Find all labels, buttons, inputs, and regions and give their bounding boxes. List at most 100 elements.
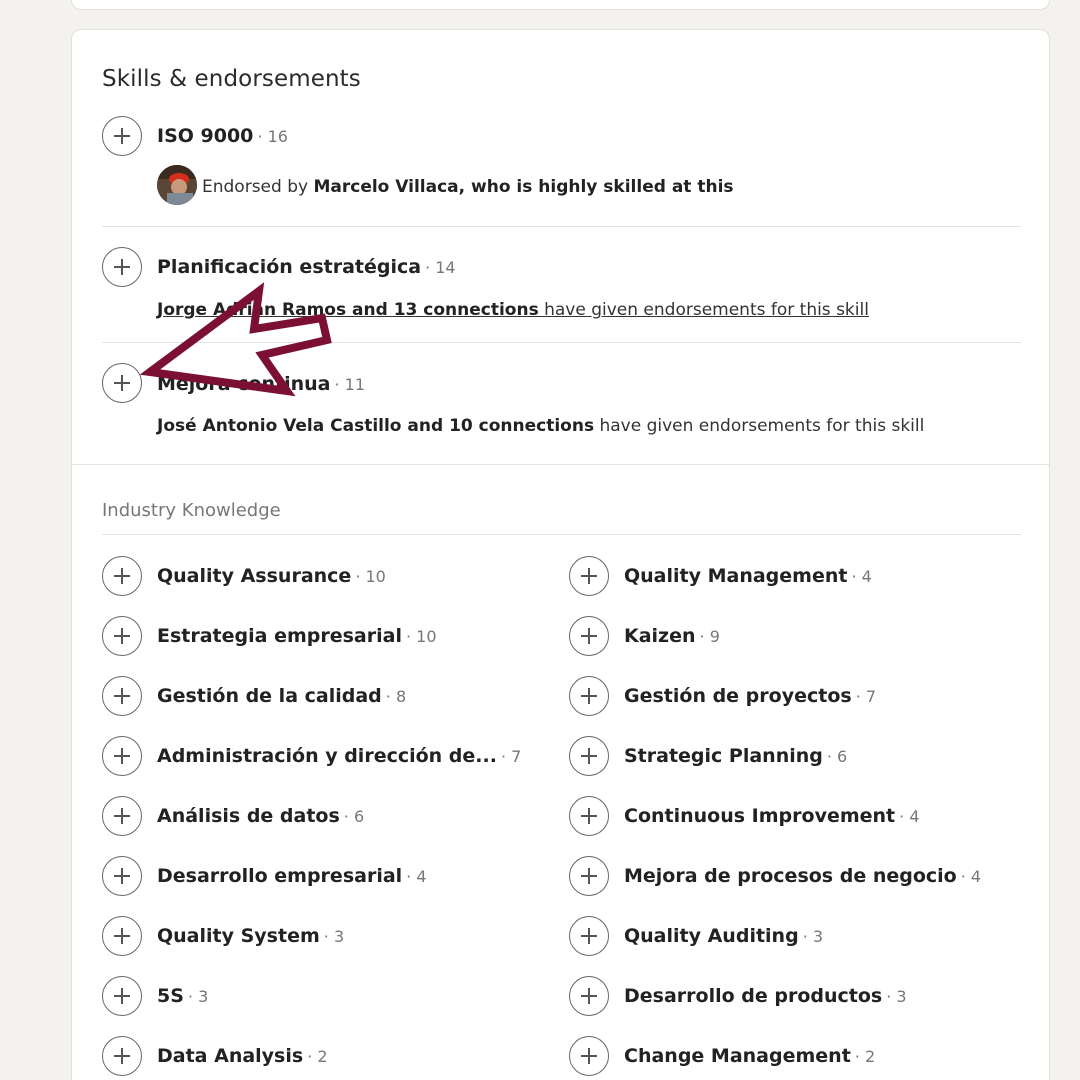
skill-item[interactable]: Quality System · 3 bbox=[157, 925, 344, 947]
skill-item[interactable]: Continuous Improvement · 4 bbox=[624, 805, 920, 827]
skill-item[interactable]: Mejora de procesos de negocio · 4 bbox=[624, 865, 981, 887]
endorse-button[interactable] bbox=[569, 856, 609, 896]
skill-count: · 10 bbox=[405, 627, 437, 646]
endorse-button[interactable] bbox=[102, 916, 142, 956]
endorse-button[interactable] bbox=[102, 856, 142, 896]
endorse-button[interactable] bbox=[102, 116, 142, 156]
industry-heading: Industry Knowledge bbox=[102, 500, 281, 521]
skill-count: · 6 bbox=[343, 807, 365, 826]
skill-item[interactable]: ISO 9000 · 16 bbox=[157, 125, 288, 147]
skill-item[interactable]: Data Analysis · 2 bbox=[157, 1045, 328, 1067]
skill-name: Strategic Planning bbox=[624, 745, 823, 767]
avatar-photo bbox=[157, 165, 197, 205]
plus-icon bbox=[114, 259, 130, 275]
endorsements-link[interactable]: José Antonio Vela Castillo and 10 connec… bbox=[157, 416, 924, 436]
endorse-button[interactable] bbox=[102, 736, 142, 776]
endorse-button[interactable] bbox=[102, 247, 142, 287]
skill-item[interactable]: Mejora continua · 11 bbox=[157, 373, 365, 395]
divider bbox=[102, 534, 1021, 535]
skill-item[interactable]: Kaizen · 9 bbox=[624, 625, 720, 647]
skill-name: Estrategia empresarial bbox=[157, 625, 402, 647]
skill-item[interactable]: Estrategia empresarial · 10 bbox=[157, 625, 437, 647]
endorse-button[interactable] bbox=[102, 796, 142, 836]
skill-item[interactable]: Planificación estratégica · 14 bbox=[157, 256, 456, 278]
skill-count: · 4 bbox=[851, 567, 872, 586]
skill-count: · 4 bbox=[406, 867, 427, 886]
skill-item[interactable]: Quality Management · 4 bbox=[624, 565, 872, 587]
plus-icon bbox=[581, 628, 597, 644]
skill-name: Data Analysis bbox=[157, 1045, 304, 1067]
plus-icon bbox=[114, 128, 130, 144]
previous-section-card bbox=[71, 0, 1050, 10]
plus-icon bbox=[114, 1048, 130, 1064]
endorse-button[interactable] bbox=[102, 1036, 142, 1076]
skill-item[interactable]: Gestión de la calidad · 8 bbox=[157, 685, 406, 707]
endorsement-text: Endorsed by Marcelo Villaca, who is high… bbox=[202, 177, 734, 197]
skill-count: · 9 bbox=[699, 627, 720, 646]
plus-icon bbox=[581, 568, 597, 584]
skill-count: · 2 bbox=[854, 1047, 876, 1066]
endorse-button[interactable] bbox=[569, 556, 609, 596]
plus-icon bbox=[114, 375, 130, 391]
skill-item[interactable]: Strategic Planning · 6 bbox=[624, 745, 847, 767]
section-title: Skills & endorsements bbox=[102, 66, 361, 92]
skill-name: Desarrollo empresarial bbox=[157, 865, 403, 887]
skill-count: · 4 bbox=[960, 867, 982, 886]
skill-name: Quality Management bbox=[624, 565, 848, 587]
skill-item[interactable]: Desarrollo empresarial · 4 bbox=[157, 865, 427, 887]
skill-name: Quality System bbox=[157, 925, 320, 947]
plus-icon bbox=[581, 688, 597, 704]
endorse-button[interactable] bbox=[102, 616, 142, 656]
endorse-button[interactable] bbox=[102, 363, 142, 403]
skill-name: Quality Auditing bbox=[624, 925, 799, 947]
skill-item[interactable]: Administración y dirección de... · 7 bbox=[157, 745, 521, 767]
endorse-button[interactable] bbox=[569, 796, 609, 836]
skill-item[interactable]: Change Management · 2 bbox=[624, 1045, 875, 1067]
skill-item[interactable]: Quality Assurance · 10 bbox=[157, 565, 386, 587]
skill-item[interactable]: Desarrollo de productos · 3 bbox=[624, 985, 907, 1007]
endorse-button[interactable] bbox=[102, 676, 142, 716]
skill-name: Quality Assurance bbox=[157, 565, 352, 587]
skill-name: ISO 9000 bbox=[157, 125, 254, 147]
divider bbox=[102, 342, 1021, 343]
plus-icon bbox=[114, 988, 130, 1004]
skill-name: Gestión de proyectos bbox=[624, 685, 852, 707]
plus-icon bbox=[581, 1048, 597, 1064]
skill-count: · 14 bbox=[425, 258, 456, 277]
endorsers: Jorge Adrián Ramos and 13 connections bbox=[157, 300, 539, 320]
skill-count: · 7 bbox=[855, 687, 877, 706]
endorse-button[interactable] bbox=[569, 1036, 609, 1076]
endorse-button[interactable] bbox=[569, 916, 609, 956]
plus-icon bbox=[114, 688, 130, 704]
divider bbox=[102, 226, 1021, 227]
avatar[interactable] bbox=[157, 165, 197, 205]
skill-item[interactable]: Gestión de proyectos · 7 bbox=[624, 685, 876, 707]
skill-name: 5S bbox=[157, 985, 184, 1007]
endorse-button[interactable] bbox=[102, 556, 142, 596]
endorse-button[interactable] bbox=[569, 976, 609, 1016]
skill-count: · 6 bbox=[826, 747, 848, 766]
plus-icon bbox=[114, 628, 130, 644]
skill-count: · 7 bbox=[500, 747, 522, 766]
skill-name: Desarrollo de productos bbox=[624, 985, 883, 1007]
plus-icon bbox=[581, 868, 597, 884]
endorse-button[interactable] bbox=[569, 676, 609, 716]
skill-count: · 3 bbox=[323, 927, 345, 946]
endorsements-link[interactable]: Jorge Adrián Ramos and 13 connections ha… bbox=[157, 300, 869, 320]
skill-count: · 4 bbox=[899, 807, 920, 826]
plus-icon bbox=[114, 748, 130, 764]
endorse-button[interactable] bbox=[102, 976, 142, 1016]
plus-icon bbox=[114, 868, 130, 884]
skill-name: Mejora continua bbox=[157, 373, 331, 395]
skill-item[interactable]: Quality Auditing · 3 bbox=[624, 925, 823, 947]
skill-item[interactable]: Análisis de datos · 6 bbox=[157, 805, 364, 827]
endorser-link[interactable]: Marcelo Villaca, who is highly skilled a… bbox=[313, 177, 733, 197]
plus-icon bbox=[114, 928, 130, 944]
skill-name: Análisis de datos bbox=[157, 805, 340, 827]
skill-name: Gestión de la calidad bbox=[157, 685, 382, 707]
endorse-button[interactable] bbox=[569, 736, 609, 776]
skill-count: · 10 bbox=[355, 567, 386, 586]
skill-count: · 16 bbox=[257, 127, 288, 146]
endorse-button[interactable] bbox=[569, 616, 609, 656]
skill-item[interactable]: 5S · 3 bbox=[157, 985, 208, 1007]
